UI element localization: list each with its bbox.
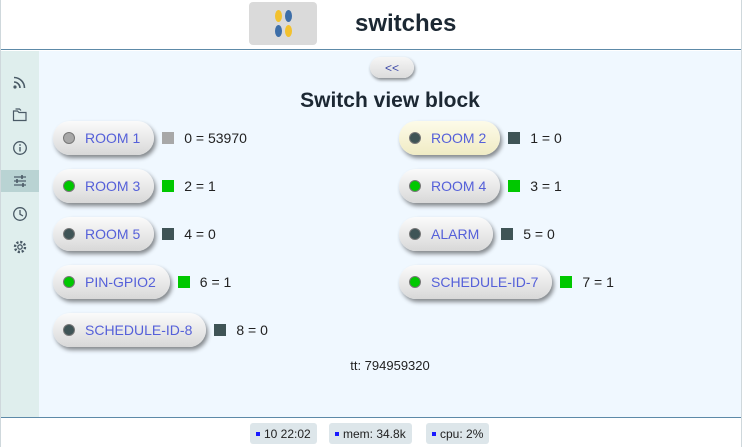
switch-value: 8 = 0: [236, 322, 268, 338]
app-title: switches: [355, 10, 457, 37]
switch-value: 7 = 1: [582, 274, 614, 290]
state-square-icon: [214, 324, 227, 336]
status-dot-icon: [432, 431, 436, 436]
cpu-text: cpu: 2%: [440, 426, 484, 441]
switch-value: 2 = 1: [184, 178, 216, 194]
sidebar-item-settings[interactable]: [1, 236, 39, 258]
sidebar-item-files[interactable]: [1, 104, 39, 126]
switch-value: 0 = 53970: [184, 130, 247, 146]
switch-button[interactable]: SCHEDULE-ID-8: [53, 313, 207, 347]
time-chip: 10 22:02: [250, 423, 317, 444]
status-dot-icon: [256, 431, 260, 436]
sidebar-item-info[interactable]: [1, 137, 39, 159]
switch-label: SCHEDULE-ID-7: [431, 274, 539, 290]
state-square-icon: [177, 276, 190, 288]
switch-value: 4 = 0: [184, 226, 216, 242]
sliders-icon: [14, 175, 26, 187]
switch-item: ROOM 1 0 = 53970: [53, 121, 247, 155]
tt-value: tt: 794959320: [350, 358, 430, 373]
clock-icon: [13, 207, 27, 221]
switch-item: ROOM 4 3 = 1: [399, 169, 562, 203]
switch-value: 5 = 0: [523, 226, 555, 242]
state-square-icon: [162, 180, 175, 192]
switch-button[interactable]: ROOM 2: [399, 121, 501, 155]
state-square-icon: [501, 228, 514, 240]
switch-button[interactable]: ROOM 3: [53, 169, 155, 203]
memory-text: mem: 34.8k: [343, 426, 406, 441]
switch-button[interactable]: SCHEDULE-ID-7: [399, 265, 553, 299]
app-window: switches << Switch view block ROOM 1 0 =…: [0, 0, 742, 447]
state-square-icon: [508, 180, 521, 192]
state-square-icon: [560, 276, 573, 288]
switch-label: SCHEDULE-ID-8: [85, 322, 193, 338]
sidebar: [1, 51, 39, 417]
folder-icon: [12, 108, 27, 122]
switch-value: 1 = 0: [530, 130, 562, 146]
switch-label: ROOM 5: [85, 226, 141, 242]
switch-button[interactable]: ROOM 5: [53, 217, 155, 251]
led-indicator-icon: [63, 180, 75, 192]
switch-item: SCHEDULE-ID-7 7 = 1: [399, 265, 614, 299]
time-text: 10 22:02: [264, 426, 311, 441]
memory-chip: mem: 34.8k: [329, 423, 412, 444]
status-bar: 10 22:02 mem: 34.8k cpu: 2%: [1, 417, 741, 447]
led-indicator-icon: [409, 180, 421, 192]
switch-label: ROOM 4: [431, 178, 487, 194]
switch-label: PIN-GPIO2: [85, 274, 156, 290]
app-logo: [249, 2, 317, 45]
status-dot-icon: [335, 431, 339, 436]
cpu-chip: cpu: 2%: [426, 423, 490, 444]
switch-button[interactable]: ALARM: [399, 217, 494, 251]
page-title: Switch view block: [300, 89, 480, 112]
header: switches: [1, 0, 741, 50]
back-button[interactable]: <<: [370, 57, 414, 78]
led-indicator-icon: [63, 228, 75, 240]
state-square-icon: [162, 228, 175, 240]
gear-icon: [13, 240, 27, 254]
switch-button[interactable]: PIN-GPIO2: [53, 265, 170, 299]
switch-item: ALARM 5 = 0: [399, 217, 555, 251]
led-indicator-icon: [409, 276, 421, 288]
led-indicator-icon: [63, 324, 75, 336]
switch-label: ROOM 2: [431, 130, 487, 146]
state-square-icon: [162, 132, 175, 144]
sidebar-item-schedule[interactable]: [1, 203, 39, 225]
switch-label: ROOM 3: [85, 178, 141, 194]
sidebar-item-feed[interactable]: [1, 71, 39, 93]
info-icon: [13, 141, 27, 155]
led-indicator-icon: [409, 132, 421, 144]
switch-item: ROOM 3 2 = 1: [53, 169, 216, 203]
switch-item: ROOM 5 4 = 0: [53, 217, 216, 251]
switch-label: ROOM 1: [85, 130, 141, 146]
switch-button[interactable]: ROOM 1: [53, 121, 155, 155]
switch-value: 3 = 1: [530, 178, 562, 194]
led-indicator-icon: [63, 132, 75, 144]
main-content: << Switch view block ROOM 10 = 53970 ROOM…: [39, 51, 741, 417]
switch-item: ROOM 2 1 = 0: [399, 121, 562, 155]
state-square-icon: [508, 132, 521, 144]
led-indicator-icon: [409, 228, 421, 240]
switch-item: PIN-GPIO2 6 = 1: [53, 265, 232, 299]
sidebar-item-switches[interactable]: [1, 170, 39, 192]
switch-value: 6 = 1: [199, 274, 232, 290]
switch-label: ALARM: [431, 226, 480, 242]
led-indicator-icon: [63, 276, 75, 288]
switch-item: SCHEDULE-ID-8 8 = 0: [53, 313, 268, 347]
switch-button[interactable]: ROOM 4: [399, 169, 501, 203]
rss-icon: [13, 76, 26, 89]
